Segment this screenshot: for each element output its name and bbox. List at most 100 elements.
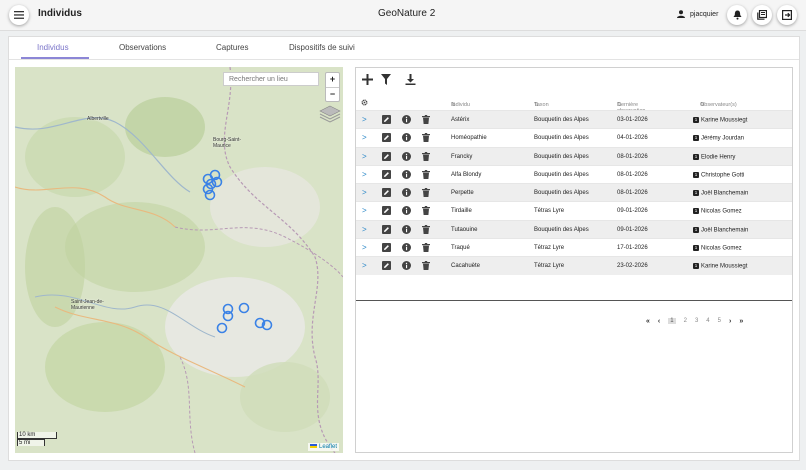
table-row[interactable]: > Alfa Blondy Bouquetin des Alpes 08-01-202… (356, 164, 792, 183)
sort-icon: ⇅ (534, 102, 539, 108)
download-icon[interactable] (405, 74, 416, 85)
info-icon[interactable] (402, 169, 411, 181)
table-row[interactable]: > Perpette Bouquetin des Alpes 08-01-2026 1 J… (356, 183, 792, 202)
edit-icon[interactable] (382, 133, 391, 144)
info-icon[interactable] (402, 224, 411, 236)
table-header: Individu ⇅ Taxon ⇅ Dernière observation … (356, 96, 792, 114)
table-row[interactable]: > Francky Bouquetin des Alpes 08-01-2026 1 El… (356, 146, 792, 165)
cell-individu: Tutaouine (451, 226, 478, 233)
menu-button[interactable] (9, 5, 29, 25)
map-attribution[interactable]: Leaflet (307, 443, 339, 451)
info-icon[interactable] (402, 115, 411, 126)
zoom-in-button[interactable]: + (326, 73, 339, 87)
cell-individu: Alfa Blondy (451, 171, 482, 178)
user-info[interactable]: pjacquier (677, 10, 718, 18)
main-card: Individus Observations Captures Disposit… (8, 36, 800, 461)
next-page-button[interactable]: › (729, 318, 731, 325)
library-button[interactable] (752, 5, 772, 25)
table-row[interactable]: > Astérix Bouquetin des Alpes 03-01-2026 1 Ka… (356, 110, 792, 129)
delete-icon[interactable] (422, 206, 430, 217)
delete-icon[interactable] (422, 224, 430, 236)
map-scale: 10 km 5 mi (17, 432, 57, 446)
expand-icon[interactable]: > (362, 243, 367, 252)
map[interactable]: Albertville Bourg-Saint-Maurice Saint-Je… (15, 67, 343, 453)
expand-icon[interactable]: > (362, 188, 367, 197)
page-5[interactable]: 5 (718, 318, 721, 324)
cell-taxon: Tétraz Lyre (534, 263, 565, 270)
expand-icon[interactable]: > (362, 225, 367, 234)
delete-icon[interactable] (422, 243, 430, 254)
cell-observateur: 1 Joël Blanchemain (693, 190, 749, 197)
expand-icon[interactable]: > (362, 261, 367, 270)
cell-individu: Cacahuète (451, 263, 481, 270)
username: pjacquier (690, 10, 719, 18)
cell-date: 09-01-2026 (617, 208, 648, 215)
table-row[interactable]: > Traqué Tétraz Lyre 17-01-2026 1 Nicolas Gom… (356, 238, 792, 256)
edit-icon[interactable] (382, 169, 391, 181)
table-row[interactable]: > Homéopathie Bouquetin des Alpes 04-01-202… (356, 128, 792, 146)
active-tab-indicator (21, 57, 89, 59)
delete-icon[interactable] (422, 115, 430, 126)
scale-mi: 5 mi (17, 439, 45, 446)
expand-icon[interactable]: > (362, 152, 367, 161)
info-icon[interactable] (402, 188, 411, 199)
edit-icon[interactable] (382, 224, 391, 236)
tab-observations[interactable]: Observations (119, 43, 166, 52)
marker (204, 189, 216, 201)
edit-icon[interactable] (382, 188, 391, 199)
first-page-button[interactable]: « (646, 318, 650, 325)
page-3[interactable]: 3 (695, 318, 698, 324)
table-row[interactable]: > Tirdaille Tétras Lyre 09-01-2026 1 Nicolas … (356, 201, 792, 219)
table-panel: Individu ⇅ Taxon ⇅ Dernière observation … (355, 67, 793, 453)
expand-icon[interactable]: > (362, 206, 367, 215)
tab-dispositifs[interactable]: Dispositifs de suivi (289, 43, 355, 52)
filter-icon[interactable] (381, 74, 391, 85)
info-icon[interactable] (402, 151, 411, 163)
page-4[interactable]: 4 (706, 318, 709, 324)
top-bar: Individus GeoNature 2 pjacquier (0, 0, 806, 31)
tab-bar: Individus Observations Captures Disposit… (9, 37, 799, 60)
add-icon[interactable] (362, 74, 373, 85)
hamburger-icon (14, 11, 24, 19)
delete-icon[interactable] (422, 169, 430, 181)
info-icon[interactable] (402, 133, 411, 144)
zoom-out-button[interactable]: − (326, 87, 339, 102)
cell-date: 08-01-2026 (617, 153, 648, 160)
edit-icon[interactable] (382, 115, 391, 126)
last-page-button[interactable]: » (739, 318, 743, 325)
expand-icon[interactable]: > (362, 133, 367, 142)
observer-count-badge: 1 (693, 208, 699, 215)
cell-taxon: Bouquetin des Alpes (534, 226, 589, 233)
center-title: GeoNature 2 (378, 8, 436, 19)
notifications-button[interactable] (727, 5, 747, 25)
delete-icon[interactable] (422, 188, 430, 199)
edit-icon[interactable] (382, 206, 391, 217)
table-row[interactable]: > Cacahuète Tétraz Lyre 23-02-2026 1 Karine M… (356, 256, 792, 275)
table-row[interactable]: > Tutaouine Bouquetin des Alpes 09-01-2026 1… (356, 219, 792, 239)
zoom-control: + − (325, 72, 340, 102)
edit-icon[interactable] (382, 261, 391, 272)
info-icon[interactable] (402, 206, 411, 217)
delete-icon[interactable] (422, 261, 430, 272)
prev-page-button[interactable]: ‹ (658, 318, 660, 325)
info-icon[interactable] (402, 261, 411, 272)
observation-markers[interactable] (15, 67, 343, 453)
logout-icon (782, 10, 792, 20)
tab-captures[interactable]: Captures (216, 43, 248, 52)
page-1[interactable]: 1 (668, 318, 676, 324)
sort-icon: ⇅ (451, 102, 456, 108)
delete-icon[interactable] (422, 151, 430, 163)
edit-icon[interactable] (382, 151, 391, 163)
page-2[interactable]: 2 (684, 318, 687, 324)
expand-icon[interactable]: > (362, 170, 367, 179)
delete-icon[interactable] (422, 133, 430, 144)
expand-icon[interactable]: > (362, 115, 367, 124)
logout-button[interactable] (777, 5, 797, 25)
edit-icon[interactable] (382, 243, 391, 254)
map-search-input[interactable]: Rechercher un lieu (223, 72, 319, 86)
tab-individus[interactable]: Individus (37, 43, 69, 52)
observer-count-badge: 1 (693, 226, 699, 233)
info-icon[interactable] (402, 243, 411, 254)
settings-icon[interactable] (361, 99, 368, 106)
layers-icon[interactable] (319, 105, 341, 123)
